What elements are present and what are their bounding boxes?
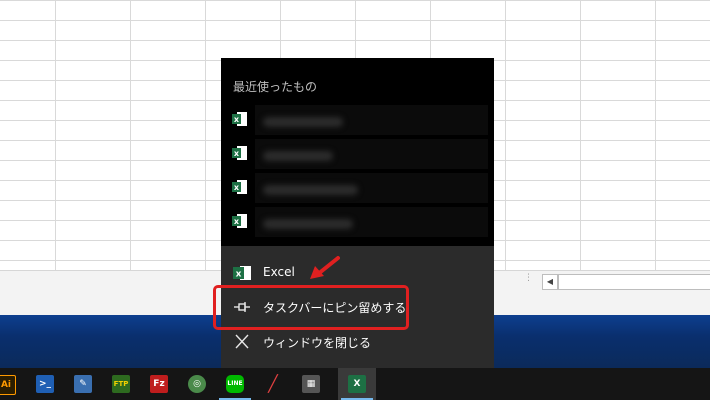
- line-icon: LINE: [226, 375, 244, 393]
- taskbar-ffftp[interactable]: FTP: [102, 368, 140, 400]
- paint-tool-icon: ✎: [74, 375, 92, 393]
- taskbar-illustrator[interactable]: Ai: [0, 368, 24, 400]
- excel-icon: X: [348, 375, 366, 393]
- taskbar-paint-tool[interactable]: ✎: [64, 368, 102, 400]
- highlight-annotation: [213, 285, 409, 330]
- app-name: Excel: [263, 265, 295, 279]
- recent-item-name-blurred: [255, 207, 488, 237]
- filezilla-icon: Fz: [150, 375, 168, 393]
- excel-file-icon: x: [232, 146, 247, 160]
- excel-file-icon: x: [232, 214, 247, 228]
- arrow-icon: [310, 256, 340, 279]
- ffftp-icon: FTP: [112, 375, 130, 393]
- taskbar-calculator[interactable]: ▦: [292, 368, 330, 400]
- recent-item[interactable]: x: [221, 170, 494, 204]
- recent-item-name-blurred: [255, 105, 488, 135]
- svg-text:x: x: [234, 217, 240, 226]
- recent-item[interactable]: x: [221, 136, 494, 170]
- close-window-button[interactable]: ウィンドウを閉じる: [221, 325, 494, 359]
- taskbar-powershell[interactable]: >_: [26, 368, 64, 400]
- recent-heading: 最近使ったもの: [233, 80, 318, 94]
- close-icon: [235, 334, 249, 349]
- recent-item[interactable]: x: [221, 204, 494, 238]
- svg-text:x: x: [236, 270, 242, 280]
- svg-text:x: x: [234, 183, 240, 192]
- pen-tool-icon: ╱: [268, 374, 278, 393]
- excel-file-icon: x: [232, 180, 247, 194]
- horizontal-scrollbar-thumb[interactable]: [558, 274, 710, 290]
- calculator-icon: ▦: [302, 375, 320, 393]
- svg-text:x: x: [234, 115, 240, 124]
- taskbar-excel[interactable]: X: [338, 368, 376, 400]
- excel-file-icon: x: [232, 112, 247, 126]
- browser-icon: ◎: [188, 375, 206, 393]
- taskbar-browser[interactable]: ◎: [178, 368, 216, 400]
- recent-item-name-blurred: [255, 139, 488, 169]
- taskbar-pen-tool[interactable]: ╱: [254, 368, 292, 400]
- svg-text:x: x: [234, 149, 240, 158]
- taskbar-filezilla[interactable]: Fz: [140, 368, 178, 400]
- recent-item[interactable]: x: [221, 102, 494, 136]
- recent-item-name-blurred: [255, 173, 488, 203]
- taskbar: Ai >_ ✎ FTP Fz ◎ LINE ╱ ▦ X: [0, 368, 710, 400]
- powershell-icon: >_: [36, 375, 54, 393]
- splitter-grip[interactable]: ⋮: [524, 274, 533, 288]
- excel-icon: x: [233, 266, 251, 280]
- taskbar-line[interactable]: LINE: [216, 368, 254, 400]
- illustrator-icon: Ai: [0, 375, 16, 395]
- recent-section: 最近使ったもの x x x x: [221, 58, 494, 246]
- scroll-left-button[interactable]: ◀: [542, 274, 558, 290]
- close-label: ウィンドウを閉じる: [263, 336, 372, 350]
